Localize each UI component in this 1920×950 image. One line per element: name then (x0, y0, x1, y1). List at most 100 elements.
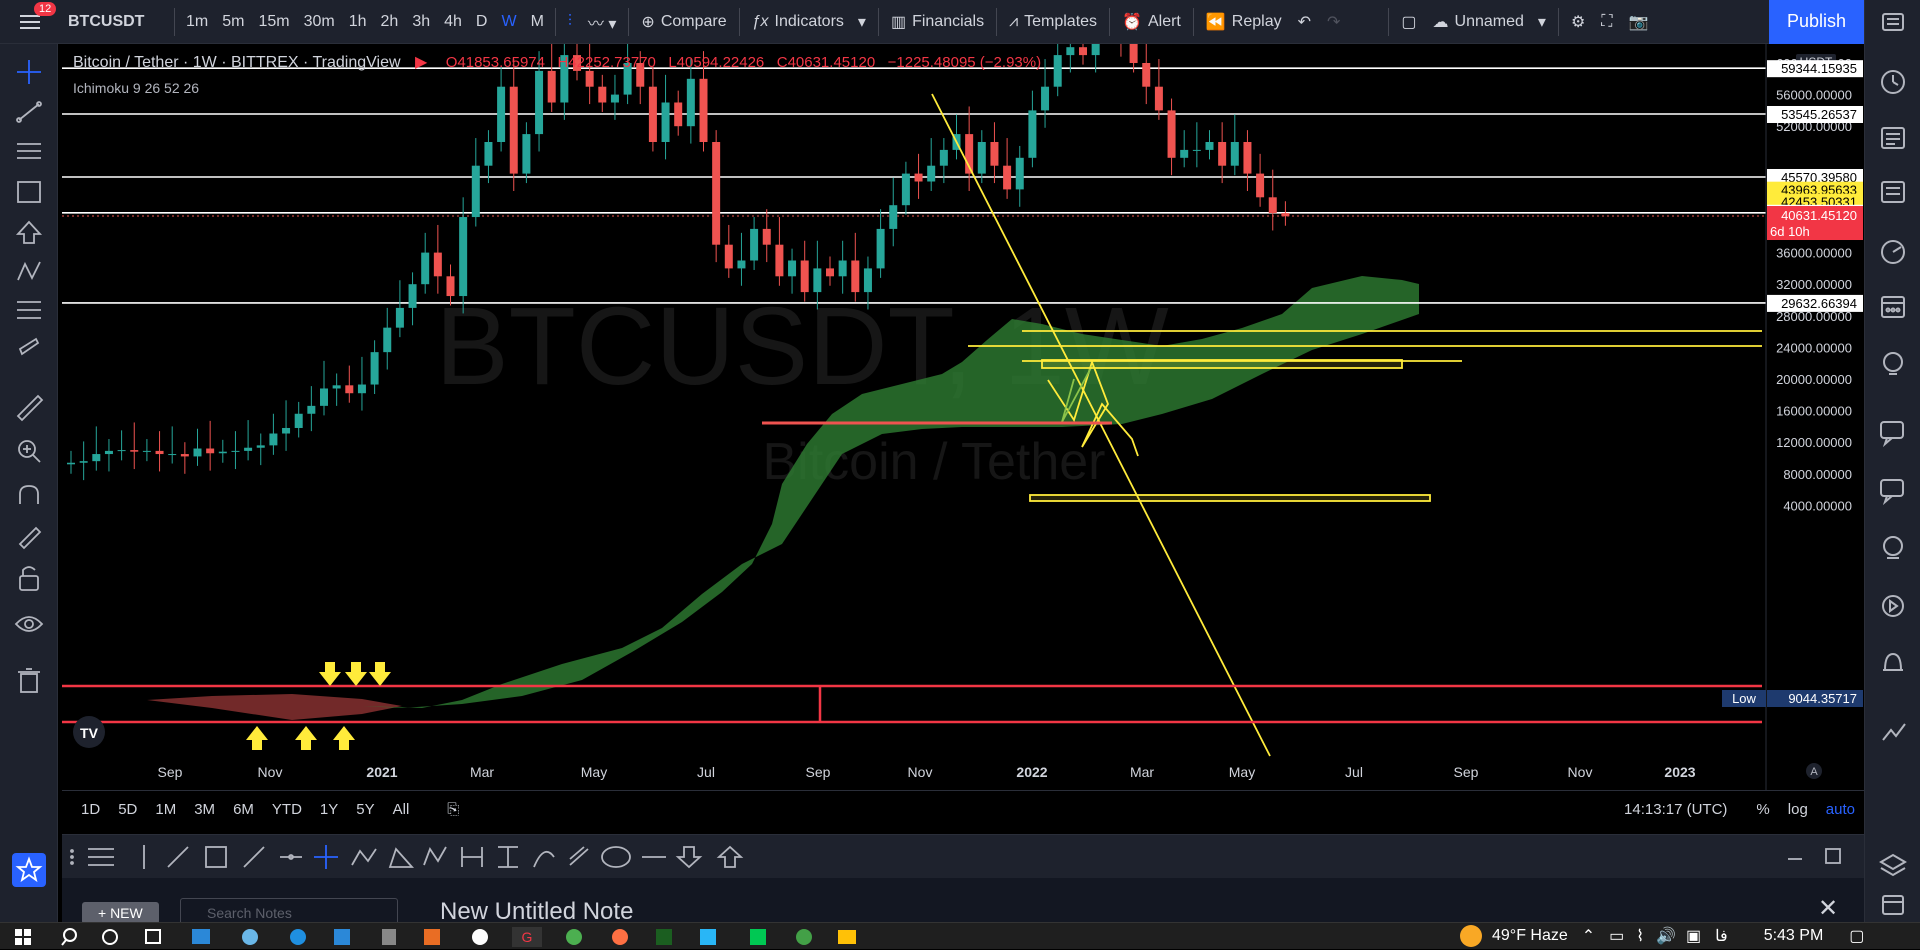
maximize-icon[interactable] (1825, 848, 1841, 864)
timeframe-2h[interactable]: 2h (374, 0, 406, 44)
search-icon[interactable] (61, 927, 77, 946)
range-All[interactable]: All (384, 801, 419, 818)
candle[interactable] (876, 209, 885, 278)
price-chart[interactable]: BTCUSDT, 1W Bitcoin / Tether TV Sep Nov … (62, 0, 1864, 790)
range-1Y[interactable]: 1Y (311, 801, 347, 818)
candle[interactable] (674, 90, 683, 136)
range-5D[interactable]: 5D (109, 801, 146, 818)
candle[interactable] (332, 373, 341, 406)
close-notes-icon[interactable]: ✕ (1818, 894, 1838, 922)
templates-button[interactable]: ⩘ Templates (1001, 0, 1105, 44)
candle[interactable] (67, 450, 75, 474)
maps-icon[interactable] (472, 928, 488, 945)
range-YTD[interactable]: YTD (263, 801, 311, 818)
candle[interactable] (737, 232, 746, 286)
candle[interactable] (1268, 169, 1277, 231)
trend-icon[interactable] (1882, 723, 1906, 741)
trend-line-icon[interactable] (16, 101, 42, 123)
candle[interactable] (117, 430, 126, 461)
candle[interactable] (648, 66, 657, 152)
chrome-icon[interactable] (566, 928, 582, 945)
date-range-icon[interactable]: ⎘ (438, 801, 468, 818)
news-icon[interactable] (1881, 127, 1905, 149)
candle[interactable] (1218, 122, 1227, 184)
range-3M[interactable]: 3M (185, 801, 224, 818)
panel-icon[interactable] (1882, 895, 1904, 915)
alert-button[interactable]: ⏰ Alert (1114, 0, 1189, 44)
candle[interactable] (775, 217, 784, 286)
symbol-search[interactable]: BTCUSDT (60, 0, 170, 44)
edge-browser-icon[interactable] (290, 928, 306, 945)
path-icon[interactable] (243, 846, 265, 868)
crosshair-tool-icon[interactable] (314, 845, 338, 869)
candle[interactable] (1192, 122, 1201, 168)
undo-icon[interactable]: ↶ (1290, 0, 1319, 44)
candle[interactable] (307, 386, 316, 432)
messages-icon[interactable] (1880, 479, 1904, 506)
range-1M[interactable]: 1M (146, 801, 185, 818)
candle[interactable] (142, 439, 151, 462)
candle[interactable] (180, 442, 189, 474)
mail-app-icon[interactable] (192, 928, 210, 944)
triangle-pattern-icon[interactable] (388, 847, 415, 868)
action-center-icon[interactable]: ▢ (1849, 926, 1864, 946)
clock-utc[interactable]: 14:13:17 (UTC) (1624, 801, 1747, 818)
candle[interactable] (1053, 43, 1062, 97)
settings-gear-icon[interactable]: ⚙ (1563, 0, 1593, 44)
line-chart-icon[interactable]: 〰 ▾ (580, 0, 624, 44)
cortana-icon[interactable] (102, 928, 118, 945)
candle[interactable] (433, 224, 442, 294)
candle[interactable] (1167, 98, 1176, 176)
arrow-up-icon[interactable] (716, 845, 744, 868)
level-price-label[interactable]: 59344.15935 (1767, 60, 1863, 78)
battery-icon[interactable]: ▭ (1609, 926, 1624, 946)
timeframe-1m[interactable]: 1m (179, 0, 215, 44)
arrow-mark-icon[interactable] (15, 220, 43, 244)
xabcd-pattern-icon[interactable] (423, 846, 447, 866)
notifications-bell-icon[interactable] (1883, 652, 1903, 671)
language-indicator[interactable]: فا (1715, 926, 1728, 946)
candle[interactable] (1041, 59, 1050, 128)
auto-scale-toggle[interactable]: auto (1817, 801, 1864, 818)
price-range-tool-icon[interactable] (498, 846, 518, 868)
crosshair-icon[interactable] (17, 60, 41, 84)
publish-button[interactable]: Publish (1768, 0, 1864, 44)
brush-tool-icon[interactable] (569, 846, 589, 866)
candle[interactable] (661, 74, 670, 160)
stay-drawing-icon[interactable] (18, 526, 42, 550)
candle[interactable] (1028, 90, 1037, 168)
indicator-legend-ichimoku[interactable]: Ichimoku 9 26 52 26 (73, 80, 199, 96)
candle[interactable] (712, 130, 721, 263)
candles-icon[interactable]: ⫶ (560, 0, 580, 44)
network-icon[interactable]: ⌇ (1636, 926, 1644, 946)
candle[interactable] (927, 138, 936, 191)
rectangle-tool-icon[interactable] (17, 181, 41, 203)
support-zone-box-2[interactable] (1029, 494, 1431, 502)
candle[interactable] (218, 439, 227, 463)
calendar-icon[interactable] (1881, 296, 1905, 318)
candle[interactable] (484, 130, 493, 184)
candle[interactable] (1003, 138, 1012, 199)
candle[interactable] (130, 422, 139, 470)
trash-icon[interactable] (18, 668, 40, 693)
candle[interactable] (357, 356, 366, 411)
meet-icon[interactable]: ▣ (1686, 926, 1701, 946)
candle[interactable] (294, 401, 303, 438)
candle[interactable] (1015, 145, 1024, 207)
candle[interactable] (889, 177, 898, 247)
candle[interactable] (965, 106, 974, 191)
weather-widget[interactable]: 49°F Haze (1460, 925, 1568, 947)
level-price-label[interactable]: 29632.66394 (1767, 294, 1863, 312)
candle[interactable] (256, 433, 265, 466)
app-orange-icon[interactable] (424, 928, 440, 945)
ideas-lightbulb-icon[interactable] (1883, 352, 1903, 375)
cash-app-icon[interactable] (750, 928, 766, 945)
timeframe-4h[interactable]: 4h (437, 0, 469, 44)
arrow-down-icon[interactable] (675, 846, 703, 869)
candle[interactable] (1205, 130, 1214, 160)
candle[interactable] (244, 420, 253, 461)
candle[interactable] (168, 426, 177, 464)
telegram-icon[interactable] (700, 928, 716, 945)
candle[interactable] (598, 74, 607, 112)
wave-icon[interactable] (351, 848, 377, 866)
